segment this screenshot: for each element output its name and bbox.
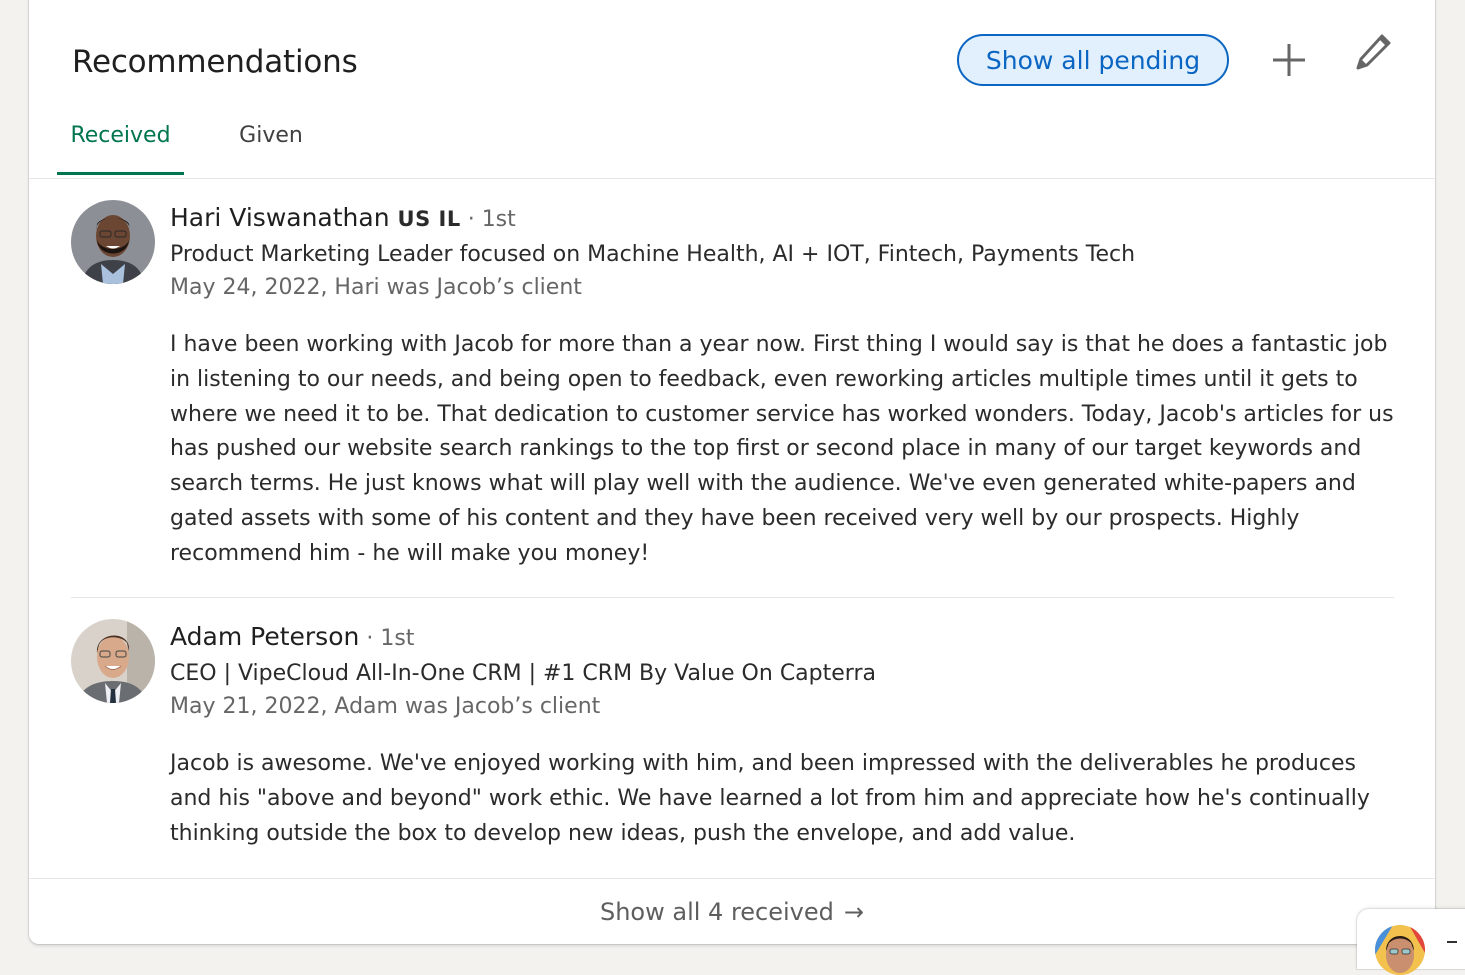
name-pronunciation-badge: US IL [397, 207, 461, 231]
recommendation-body: Adam Peterson · 1st CEO | VipeCloud All-… [170, 619, 1400, 851]
avatar-adam-peterson[interactable] [71, 619, 155, 703]
arrow-right-icon: → [843, 898, 864, 926]
recommendations-card: Recommendations Show all pending Receive… [29, 0, 1435, 944]
recommendation-meta: May 21, 2022, Adam was Jacob’s client [170, 694, 601, 719]
recommendation-meta: May 24, 2022, Hari was Jacob’s client [170, 275, 582, 300]
add-recommendation-button[interactable] [1267, 38, 1311, 82]
connection-degree: 1st [481, 207, 516, 232]
separator-dot: · [359, 626, 381, 651]
recommendation-divider [71, 597, 1394, 598]
messaging-label-fragment [1447, 941, 1457, 943]
section-title: Recommendations [72, 44, 358, 80]
messaging-overlay[interactable] [1357, 909, 1465, 975]
recommender-name-line: Hari Viswanathan US IL · 1st [170, 200, 1400, 236]
recommender-headline: CEO | VipeCloud All-In-One CRM | #1 CRM … [170, 661, 876, 686]
show-all-received-label: Show all 4 received [599, 898, 834, 926]
tab-given[interactable]: Given [217, 96, 325, 174]
pencil-icon [1356, 34, 1391, 70]
footer-divider [29, 878, 1435, 879]
plus-icon [1273, 44, 1305, 76]
edit-recommendations-button[interactable] [1351, 30, 1395, 74]
avatar-hari-viswanathan[interactable] [71, 200, 155, 284]
show-all-pending-label: Show all pending [985, 45, 1201, 75]
recommendation-text: Jacob is awesome. We've enjoyed working … [170, 751, 1370, 846]
tab-received[interactable]: Received [57, 96, 184, 175]
tab-received-label: Received [70, 122, 171, 148]
tab-given-label: Given [239, 122, 303, 148]
show-all-pending-button[interactable]: Show all pending [957, 34, 1229, 86]
recommendation-text: I have been working with Jacob for more … [170, 332, 1394, 566]
recommender-name[interactable]: Hari Viswanathan [170, 203, 390, 232]
recommendation-body: Hari Viswanathan US IL · 1st Product Mar… [170, 200, 1400, 572]
messaging-avatar[interactable] [1375, 925, 1425, 975]
recommender-name[interactable]: Adam Peterson [170, 622, 359, 651]
recommender-name-line: Adam Peterson · 1st [170, 619, 1400, 655]
tabs-divider [29, 178, 1435, 179]
separator-dot: · [460, 207, 482, 232]
recommender-headline: Product Marketing Leader focused on Mach… [170, 242, 1136, 267]
connection-degree: 1st [380, 626, 415, 651]
show-all-received-link[interactable]: Show all 4 received → [29, 886, 1435, 938]
